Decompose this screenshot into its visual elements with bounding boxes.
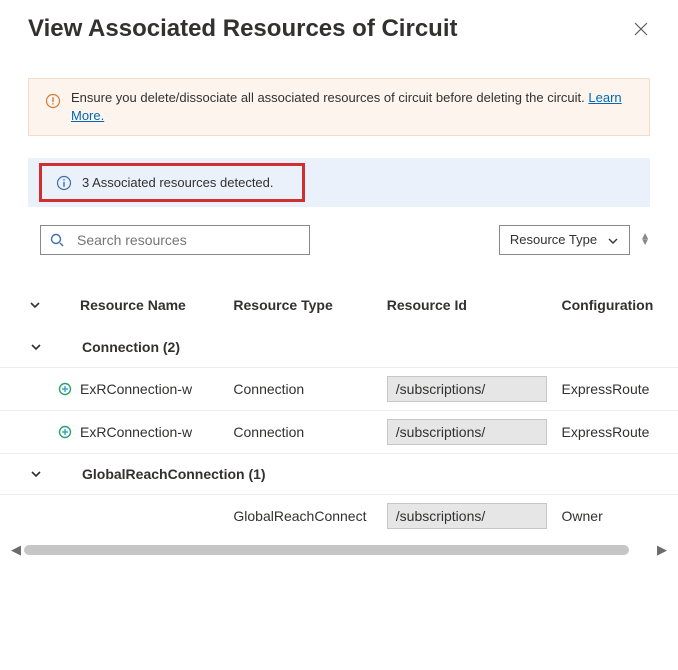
group-header[interactable]: Connection (2) <box>0 327 678 368</box>
scroll-right-icon[interactable]: ▶ <box>654 542 670 558</box>
sort-toggle[interactable]: ▲ ▼ <box>640 234 650 246</box>
warning-icon <box>45 91 61 125</box>
chevron-down-icon <box>14 468 58 480</box>
col-header-type[interactable]: Resource Type <box>233 297 386 313</box>
group-title: Connection (2) <box>82 339 180 355</box>
connection-icon <box>57 381 80 397</box>
scroll-track[interactable] <box>24 545 654 555</box>
info-icon <box>56 174 72 191</box>
warning-banner: Ensure you delete/dissociate all associa… <box>28 78 650 136</box>
search-input-wrap[interactable] <box>40 225 310 255</box>
cell-type: Connection <box>233 381 386 397</box>
cell-id[interactable]: /subscriptions/ <box>387 503 547 529</box>
scroll-left-icon[interactable]: ◀ <box>8 542 24 558</box>
info-banner: 3 Associated resources detected. <box>28 158 650 207</box>
close-icon[interactable] <box>628 14 654 44</box>
cell-type: Connection <box>233 424 386 440</box>
connection-icon <box>57 424 80 440</box>
group-header[interactable]: GlobalReachConnection (1) <box>0 454 678 495</box>
chevron-down-icon <box>14 341 58 353</box>
table-row[interactable]: ExRConnection-w Connection /subscription… <box>0 368 678 411</box>
horizontal-scrollbar[interactable]: ◀ ▶ <box>8 543 670 557</box>
table-header: Resource Name Resource Type Resource Id … <box>0 283 678 327</box>
chevron-down-icon <box>607 232 619 247</box>
search-icon <box>49 232 65 249</box>
cell-conf: ExpressRoute <box>562 381 678 397</box>
resource-table: Resource Name Resource Type Resource Id … <box>0 255 678 537</box>
cell-type: GlobalReachConnect <box>233 508 386 524</box>
page-title: View Associated Resources of Circuit <box>28 15 457 43</box>
collapse-all-toggle[interactable] <box>14 299 57 311</box>
dropdown-label: Resource Type <box>510 232 597 247</box>
resource-type-dropdown[interactable]: Resource Type <box>499 225 630 255</box>
cell-name: ExRConnection-w <box>80 381 233 397</box>
cell-conf: Owner <box>562 508 678 524</box>
cell-id[interactable]: /subscriptions/ <box>387 419 547 445</box>
table-row[interactable]: GlobalReachConnect /subscriptions/ Owner <box>0 495 678 537</box>
table-row[interactable]: ExRConnection-w Connection /subscription… <box>0 411 678 454</box>
cell-id[interactable]: /subscriptions/ <box>387 376 547 402</box>
sort-down-icon: ▼ <box>640 240 650 246</box>
info-text: 3 Associated resources detected. <box>82 175 274 190</box>
col-header-conf[interactable]: Configuration <box>562 297 678 313</box>
col-header-id[interactable]: Resource Id <box>387 297 562 313</box>
search-input[interactable] <box>75 231 301 249</box>
cell-conf: ExpressRoute <box>562 424 678 440</box>
cell-name: ExRConnection-w <box>80 424 233 440</box>
group-title: GlobalReachConnection (1) <box>82 466 266 482</box>
warning-text: Ensure you delete/dissociate all associa… <box>71 89 635 125</box>
col-header-name[interactable]: Resource Name <box>80 297 233 313</box>
